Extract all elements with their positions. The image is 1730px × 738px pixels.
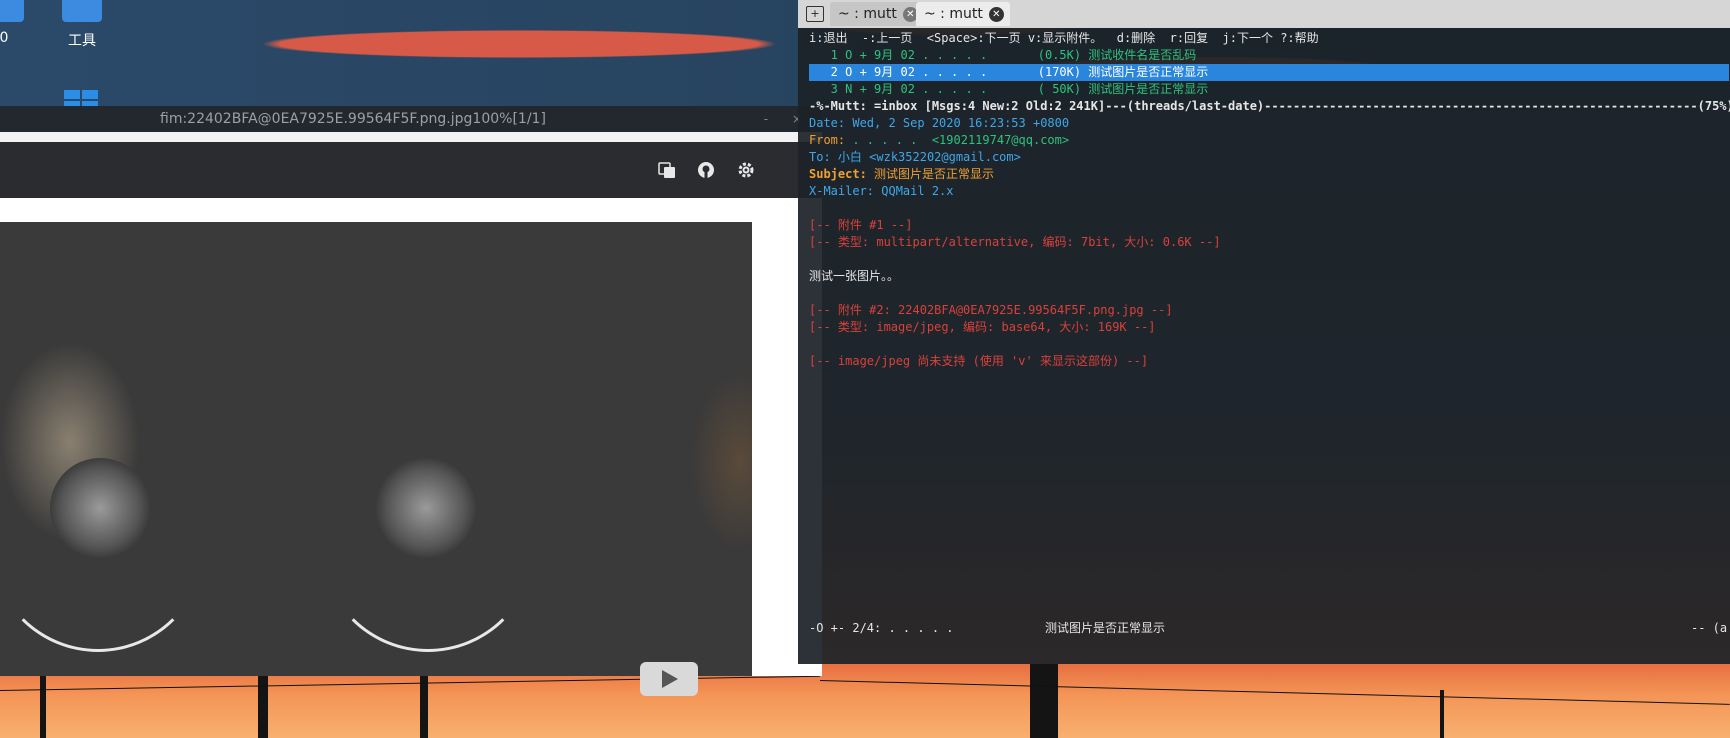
header-subject: Subject: 测试图片是否正常显示 xyxy=(809,167,995,181)
attachment-2-marker: [-- 附件 #2: 22402BFA@0EA7925E.99564F5F.pn… xyxy=(809,303,1173,317)
close-icon[interactable]: ✕ xyxy=(988,6,1004,22)
gear-icon[interactable] xyxy=(737,161,755,179)
tab-label: ~ : mutt xyxy=(924,6,983,22)
app-tile-icon xyxy=(62,0,102,22)
viewer-titlebar[interactable]: fim:22402BFA@0EA7925E.99564F5F.png.jpg10… xyxy=(0,106,822,132)
message-row[interactable]: 1 O + 9月 02 . . . . . (0.5K) 测试收件名是否乱码 xyxy=(809,47,1197,64)
header-date: Date: Wed, 2 Sep 2020 16:23:53 +0800 xyxy=(809,116,1070,130)
arc-right xyxy=(320,436,536,652)
image-viewer-window: fim:22402BFA@0EA7925E.99564F5F.png.jpg10… xyxy=(0,106,822,696)
tab-label: ~ : mutt xyxy=(838,6,897,22)
arc-left xyxy=(0,436,206,652)
message-row-selected[interactable]: 2 O + 9月 02 . . . . . (170K) 测试图片是否正常显示 xyxy=(809,64,1729,81)
viewer-content xyxy=(0,222,822,696)
blurred-figure xyxy=(690,372,752,552)
play-button[interactable] xyxy=(640,662,698,696)
status-bar: -%-Mutt: =inbox [Msgs:4 New:2 Old:2 241K… xyxy=(809,99,1730,113)
message-row[interactable]: 3 N + 9月 02 . . . . . ( 50K) 测试图片是否正常显示 xyxy=(809,81,1209,98)
viewer-title: fim:22402BFA@0EA7925E.99564F5F.png.jpg10… xyxy=(160,111,546,127)
pylon-right xyxy=(1030,664,1058,738)
displayed-image xyxy=(0,222,752,676)
pylon-mid2 xyxy=(420,676,428,738)
terminal-window: + ~ : mutt ✕ ~ : mutt ✕ i:退出 -:上一页 <Space>… xyxy=(798,0,1730,664)
app-tile-icon xyxy=(0,0,24,22)
pylon-mid xyxy=(258,668,268,738)
viewer-spacer xyxy=(0,198,822,222)
tab-mutt-2[interactable]: ~ : mutt ✕ xyxy=(916,2,1010,26)
pylon-left xyxy=(40,672,46,738)
tab-mutt-1[interactable]: ~ : mutt ✕ xyxy=(830,2,924,26)
unsupported-notice: [-- image/jpeg 尚未支持 (使用 'v' 来显示这部份) --] xyxy=(809,354,1149,368)
help-bar: i:退出 -:上一页 <Space>:下一页 v:显示附件。 d:删除 r:回复… xyxy=(809,31,1319,45)
attachment-2-type: [-- 类型: image/jpeg, 编码: base64, 大小: 169K… xyxy=(809,320,1156,334)
translate-icon[interactable] xyxy=(658,161,676,179)
viewer-toolbar xyxy=(0,142,822,198)
header-mailer: X-Mailer: QQMail 2.x xyxy=(809,184,954,198)
header-from: From: . . . . . <1902119747@qq.com> xyxy=(809,133,1070,147)
pager-status-right: -- (a xyxy=(1691,621,1728,635)
desktop-icon-label: 0 xyxy=(0,30,9,46)
terminal-tabbar: + ~ : mutt ✕ ~ : mutt ✕ xyxy=(798,0,1730,28)
github-icon[interactable] xyxy=(697,161,715,179)
attachment-1-type: [-- 类型: multipart/alternative, 编码: 7bit,… xyxy=(809,235,1221,249)
pager-status-left: -O +- 2/4: . . . . . xyxy=(809,621,954,635)
pager-status-subject: 测试图片是否正常显示 xyxy=(1045,621,1166,635)
desktop-icon-label: 工具 xyxy=(68,33,96,49)
desktop-icon-tools[interactable]: 工具 xyxy=(52,0,112,50)
viewer-divider xyxy=(0,132,822,142)
new-tab-icon[interactable]: + xyxy=(806,6,824,22)
attachment-1-marker: [-- 附件 #1 --] xyxy=(809,218,913,232)
desktop-icon-left[interactable]: 0 xyxy=(0,0,34,46)
message-body-text: 测试一张图片。。 xyxy=(809,269,900,283)
header-to: To: 小白 <wzk352202@gmail.com> xyxy=(809,150,1021,164)
